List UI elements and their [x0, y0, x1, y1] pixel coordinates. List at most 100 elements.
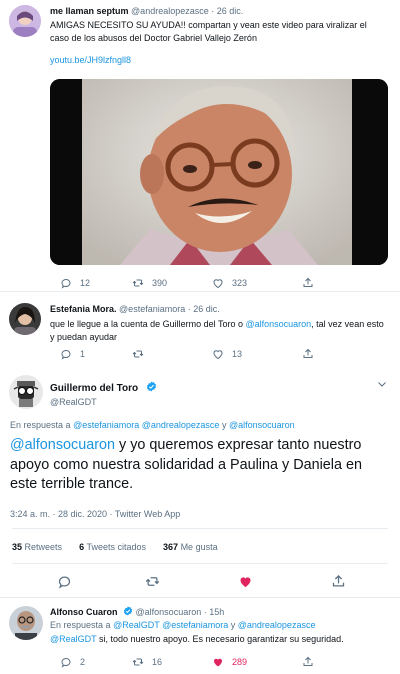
display-name[interactable]: Guillermo del Toro — [50, 383, 138, 394]
main-tweet-realgdt: Guillermo del Toro @RealGDT En respuesta… — [0, 370, 400, 598]
reply-context: En respuesta a @estefaniamora @andrealop… — [10, 420, 295, 430]
mention-alfonsocuaron[interactable]: @alfonsocuaron — [245, 319, 311, 329]
tweet-header: Estefania Mora. @estefaniamora · 26 dic. — [50, 303, 388, 315]
separator: · — [203, 607, 207, 617]
tweet-timestamp[interactable]: 3:24 a. m. · 28 dic. 2020 · Twitter Web … — [10, 509, 180, 519]
display-name[interactable]: Alfonso Cuaron — [50, 607, 118, 617]
user-handle[interactable]: @estefaniamora — [119, 304, 185, 314]
reply-prefix: En respuesta a — [50, 620, 111, 630]
mention-alfonsocuaron[interactable]: @alfonsocuaron — [229, 420, 295, 430]
divider — [12, 528, 388, 529]
divider — [12, 563, 388, 564]
main-header: Guillermo del Toro — [50, 378, 157, 396]
tweet-text: que le llegue a la cuenta de Guillermo d… — [50, 318, 388, 343]
like-button[interactable]: 13 — [212, 348, 242, 360]
reply-button[interactable] — [57, 574, 72, 594]
video-thumbnail[interactable] — [50, 79, 388, 265]
reply-icon — [61, 658, 71, 668]
like-count: 13 — [232, 349, 243, 359]
tweet-stats: 35 Retweets 6 Tweets citados 367 Me gust… — [12, 542, 218, 552]
retweet-button[interactable]: 390 — [132, 277, 167, 289]
reply-prefix: En respuesta a — [10, 420, 71, 430]
tweet-date[interactable]: 15h — [209, 607, 224, 617]
retweet-button[interactable]: 16 — [132, 656, 162, 668]
mention-andrealopezasce[interactable]: @andrealopezasce — [142, 420, 220, 430]
like-button[interactable] — [238, 574, 253, 594]
tweet-estefaniamora[interactable]: Estefania Mora. @estefaniamora · 26 dic.… — [0, 292, 400, 370]
reply-button[interactable]: 12 — [60, 277, 90, 289]
user-handle[interactable]: @RealGDT — [50, 397, 157, 407]
retweet-count: 390 — [152, 278, 168, 288]
like-button[interactable]: 323 — [212, 277, 247, 289]
reply-count: 2 — [80, 657, 86, 667]
heart-filled-icon — [214, 658, 222, 667]
mention-realgdt[interactable]: @RealGDT — [50, 634, 96, 644]
avatar[interactable] — [9, 5, 41, 37]
likes-stat[interactable]: 367 Me gusta — [163, 542, 218, 552]
retweet-count: 16 — [152, 657, 163, 667]
reply-icon — [61, 350, 71, 360]
main-tweet-actions — [0, 574, 400, 590]
share-icon — [332, 574, 345, 587]
tweet-actions: 1 13 — [60, 348, 320, 362]
display-name[interactable]: me llaman septum — [50, 6, 129, 16]
reply-icon — [58, 576, 71, 589]
main-tweet-text: @alfonsocuaron y yo queremos expresar ta… — [10, 436, 390, 495]
display-name[interactable]: Estefania Mora. — [50, 304, 117, 314]
reply-count: 1 — [80, 349, 86, 359]
mention-alfonsocuaron[interactable]: @alfonsocuaron — [10, 437, 115, 453]
tweet-header: me llaman septum @andrealopezasce · 26 d… — [50, 5, 388, 17]
chevron-down-icon[interactable] — [376, 378, 388, 390]
avatar[interactable] — [9, 606, 43, 640]
heart-filled-icon — [240, 577, 251, 588]
retweet-button[interactable] — [132, 348, 144, 360]
verified-badge-icon — [123, 606, 133, 616]
tweet-header: Alfonso Cuaron @alfonsocuaron · 15h — [50, 606, 388, 618]
retweet-icon — [132, 350, 144, 358]
reply-context: En respuesta a @RealGDT @estefaniamora y… — [50, 620, 388, 630]
share-icon — [303, 348, 313, 358]
retweets-stat[interactable]: 35 Retweets — [12, 542, 62, 552]
reply-and: y — [230, 620, 236, 630]
tweet-text-body: si, todo nuestro apoyo. Es necesario gar… — [96, 634, 344, 644]
share-icon — [303, 277, 313, 287]
tweet-date[interactable]: 26 dic. — [193, 304, 220, 314]
reply-count: 12 — [80, 278, 91, 288]
youtube-link[interactable]: youtu.be/JH9lzfngll8 — [50, 55, 131, 65]
retweet-icon — [132, 279, 144, 287]
mention-andrealopezasce[interactable]: @andrealopezasce — [238, 620, 316, 630]
reply-and: y — [221, 420, 227, 430]
tweet-alfonsocuaron[interactable]: Alfonso Cuaron @alfonsocuaron · 15h En r… — [0, 598, 400, 674]
separator: · — [211, 6, 215, 16]
retweet-icon — [132, 658, 144, 666]
mention-estefaniamora[interactable]: @estefaniamora — [162, 620, 228, 630]
tweet-actions: 2 16 289 — [60, 656, 320, 670]
reply-icon — [61, 279, 71, 289]
like-button[interactable]: 289 — [212, 656, 247, 668]
share-icon — [303, 656, 313, 666]
tweet-text: @RealGDT si, todo nuestro apoyo. Es nece… — [50, 633, 388, 646]
retweet-button[interactable] — [145, 574, 160, 594]
quotes-stat[interactable]: 6 Tweets citados — [79, 542, 146, 552]
avatar[interactable] — [9, 303, 41, 335]
tweet-andrealopezasce[interactable]: me llaman septum @andrealopezasce · 26 d… — [0, 0, 400, 292]
tweet-text: AMIGAS NECESITO SU AYUDA!! compartan y v… — [50, 19, 388, 44]
separator: · — [187, 304, 191, 314]
reply-button[interactable]: 1 — [60, 348, 85, 360]
tweet-text-body: AMIGAS NECESITO SU AYUDA!! compartan y v… — [50, 20, 367, 43]
mention-estefaniamora[interactable]: @estefaniamora — [73, 420, 139, 430]
user-handle[interactable]: @andrealopezasce — [131, 6, 209, 16]
reply-button[interactable]: 2 — [60, 656, 85, 668]
share-button[interactable] — [302, 277, 314, 289]
share-button[interactable] — [331, 574, 346, 594]
share-button[interactable] — [302, 656, 314, 668]
tweet-date[interactable]: 26 dic. — [217, 6, 244, 16]
mention-realgdt[interactable]: @RealGDT — [113, 620, 159, 630]
heart-icon — [213, 279, 223, 289]
avatar[interactable] — [9, 375, 43, 409]
like-count: 289 — [232, 657, 248, 667]
like-count: 323 — [232, 278, 248, 288]
share-button[interactable] — [302, 348, 314, 360]
user-handle[interactable]: @alfonsocuaron — [136, 607, 202, 617]
tweet-text-body: que le llegue a la cuenta de Guillermo d… — [50, 319, 243, 329]
